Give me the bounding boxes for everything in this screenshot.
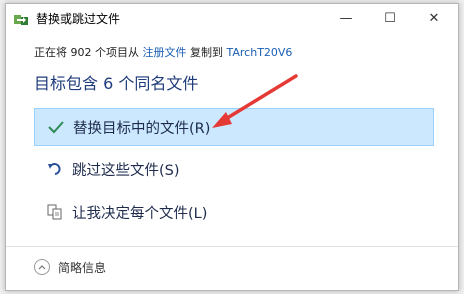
skip-files-option[interactable]: 跳过这些文件(S) <box>34 150 434 188</box>
copy-files-icon <box>14 11 28 25</box>
title-bar[interactable]: 替换或跳过文件 — ☐ ✕ <box>6 4 458 32</box>
option-label: 替换目标中的文件(R) <box>73 120 211 137</box>
source-folder-link[interactable]: 注册文件 <box>143 46 187 59</box>
window-title: 替换或跳过文件 <box>36 12 121 26</box>
replace-files-option[interactable]: 替换目标中的文件(R) <box>34 108 434 146</box>
skip-arrow-icon <box>46 160 64 178</box>
copy-progress-info: 正在将 902 个项目从 注册文件 复制到 TArchT20V6 <box>34 44 292 60</box>
collapse-up-icon <box>34 259 50 275</box>
compare-files-icon <box>46 203 64 221</box>
details-label: 简略信息 <box>58 260 107 275</box>
maximize-button[interactable]: ☐ <box>368 4 412 32</box>
replace-skip-dialog: 替换或跳过文件 — ☐ ✕ 正在将 902 个项目从 注册文件 复制到 TArc… <box>5 3 459 291</box>
conflict-heading: 目标包含 6 个同名文件 <box>34 74 199 93</box>
info-prefix: 正在将 902 个项目从 <box>34 46 143 59</box>
option-label: 跳过这些文件(S) <box>72 162 180 179</box>
minimize-button[interactable]: — <box>324 4 368 32</box>
close-button[interactable]: ✕ <box>412 4 456 32</box>
decide-each-file-option[interactable]: 让我决定每个文件(L) <box>34 193 434 231</box>
fewer-details-toggle[interactable]: 简略信息 <box>34 256 106 278</box>
destination-folder-link[interactable]: TArchT20V6 <box>227 46 293 59</box>
checkmark-icon <box>47 118 65 136</box>
info-middle: 复制到 <box>186 46 227 59</box>
footer-divider <box>6 246 458 247</box>
option-label: 让我决定每个文件(L) <box>72 205 208 222</box>
